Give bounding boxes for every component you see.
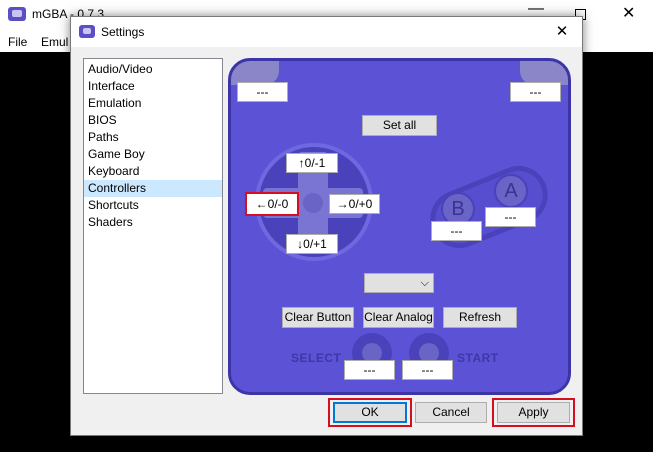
- menu-emulation[interactable]: Emul: [41, 35, 68, 49]
- start-label: START: [457, 351, 499, 365]
- l-shoulder-binding-field[interactable]: ---: [237, 82, 288, 102]
- dpad-down-binding-field[interactable]: ↓0/+1: [286, 234, 338, 254]
- sidebar-item-bios[interactable]: BIOS: [84, 112, 222, 129]
- sidebar-item-audio-video[interactable]: Audio/Video: [84, 61, 222, 78]
- ok-button[interactable]: OK: [333, 402, 407, 423]
- dpad-center-graphic: [303, 193, 323, 213]
- clear-analog-button[interactable]: Clear Analog: [363, 307, 434, 328]
- apply-button[interactable]: Apply: [497, 402, 570, 423]
- mgba-app-icon: [79, 25, 95, 38]
- dpad-right-binding-field[interactable]: →0/+0: [329, 194, 380, 214]
- a-button-binding-field[interactable]: ---: [485, 207, 536, 227]
- r-shoulder-binding-field[interactable]: ---: [510, 82, 561, 102]
- b-button-binding-field[interactable]: ---: [431, 221, 482, 241]
- sidebar-item-interface[interactable]: Interface: [84, 78, 222, 95]
- controller-profile-dropdown[interactable]: ⌵: [364, 273, 434, 293]
- select-label: SELECT: [291, 351, 342, 365]
- sidebar-item-controllers[interactable]: Controllers: [84, 180, 222, 197]
- clear-button-button[interactable]: Clear Button: [282, 307, 354, 328]
- select-binding-field[interactable]: ---: [344, 360, 395, 380]
- set-all-button[interactable]: Set all: [362, 115, 437, 136]
- refresh-button[interactable]: Refresh: [443, 307, 517, 328]
- sidebar-item-shaders[interactable]: Shaders: [84, 214, 222, 231]
- start-binding-field[interactable]: ---: [402, 360, 453, 380]
- sidebar-item-keyboard[interactable]: Keyboard: [84, 163, 222, 180]
- dialog-title: Settings: [101, 25, 145, 39]
- settings-dialog: Settings ✕ Audio/Video Interface Emulati…: [70, 16, 583, 436]
- menu-file[interactable]: File: [8, 35, 27, 49]
- a-button-graphic: A: [494, 174, 528, 208]
- r-shoulder-graphic: [520, 61, 568, 85]
- dpad-up-binding-field[interactable]: ↑0/-1: [286, 153, 338, 173]
- sidebar-item-paths[interactable]: Paths: [84, 129, 222, 146]
- dialog-titlebar: Settings ✕: [71, 17, 582, 47]
- close-window-button[interactable]: ✕: [622, 3, 635, 23]
- sidebar-item-emulation[interactable]: Emulation: [84, 95, 222, 112]
- chevron-down-icon: ⌵: [420, 277, 429, 289]
- cancel-button[interactable]: Cancel: [415, 402, 487, 423]
- sidebar-item-shortcuts[interactable]: Shortcuts: [84, 197, 222, 214]
- dpad-left-binding-field[interactable]: ←0/-0: [245, 192, 299, 216]
- sidebar-item-game-boy[interactable]: Game Boy: [84, 146, 222, 163]
- dialog-close-button[interactable]: ✕: [552, 22, 572, 42]
- settings-category-list[interactable]: Audio/Video Interface Emulation BIOS Pat…: [83, 58, 223, 394]
- mgba-app-icon: [8, 7, 26, 21]
- l-shoulder-graphic: [231, 61, 279, 85]
